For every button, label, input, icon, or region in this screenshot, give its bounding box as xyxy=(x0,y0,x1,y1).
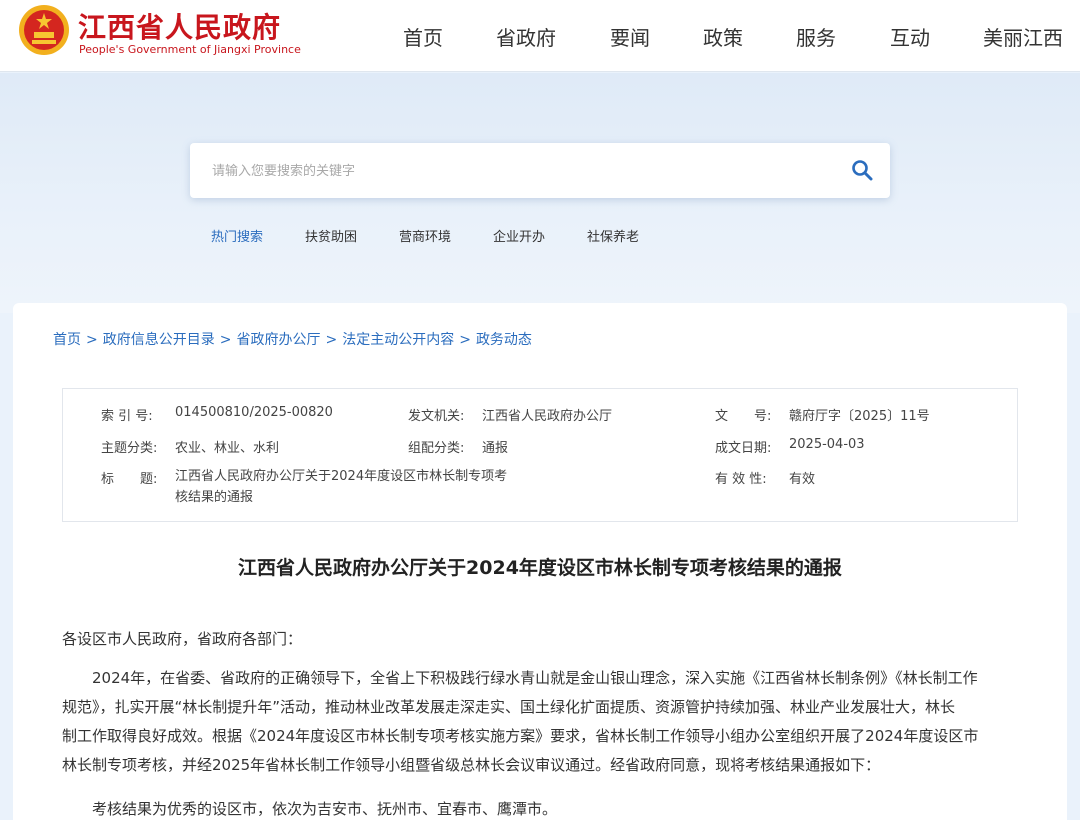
paragraph-line: 2024年，在省委、省政府的正确领导下，全省上下积极践行绿水青山就是金山银山理念… xyxy=(92,669,978,687)
nav-home[interactable]: 首页 xyxy=(403,22,443,51)
meta-index-value: 014500810/2025-00820 xyxy=(175,405,333,420)
document-salutation: 各设区市人民政府，省政府各部门： xyxy=(62,630,303,648)
paragraph-line: 制工作取得良好成效。根据《2024年度设区市林长制专项考核实施方案》要求，省林长… xyxy=(62,727,979,745)
meta-title-label: 标 题: xyxy=(101,472,158,487)
meta-title-line1: 江西省人民政府办公厅关于2024年度设区市林长制专项考 xyxy=(175,469,508,484)
meta-genre-value: 通报 xyxy=(482,441,509,456)
meta-genre-label: 组配分类: xyxy=(408,441,465,456)
breadcrumb-general-office[interactable]: 省政府办公厅 xyxy=(236,332,320,348)
breadcrumb-home[interactable]: 首页 xyxy=(53,332,81,348)
breadcrumb: 首页 > 政府信息公开目录 > 省政府办公厅 > 法定主动公开内容 > 政务动态 xyxy=(53,332,532,348)
nav-interaction[interactable]: 互动 xyxy=(890,22,930,51)
hot-term-poverty[interactable]: 扶贫助困 xyxy=(305,226,357,245)
meta-docno-label: 文 号: xyxy=(715,409,772,424)
meta-topic-label: 主题分类: xyxy=(101,441,158,456)
nav-beautiful-jiangxi[interactable]: 美丽江西 xyxy=(983,22,1063,51)
breadcrumb-current[interactable]: 政务动态 xyxy=(476,332,532,348)
meta-docno-value: 赣府厅字〔2025〕11号 xyxy=(789,409,930,424)
main-nav: 首页 省政府 要闻 政策 服务 互动 美丽江西 xyxy=(0,22,1080,52)
hot-term-company-setup[interactable]: 企业开办 xyxy=(493,226,545,245)
nav-province-gov[interactable]: 省政府 xyxy=(496,22,556,51)
document-paragraph-2: 考核结果为优秀的设区市，依次为吉安市、抚州市、宜春市、鹰潭市。 xyxy=(92,800,558,818)
document-paragraph-1: 2024年，在省委、省政府的正确领导下，全省上下积极践行绿水青山就是金山银山理念… xyxy=(62,664,1022,780)
document-title: 江西省人民政府办公厅关于2024年度设区市林长制专项考核结果的通报 xyxy=(238,557,842,579)
meta-validity-value: 有效 xyxy=(789,472,816,487)
hot-term-business-env[interactable]: 营商环境 xyxy=(399,226,451,245)
breadcrumb-info-catalog[interactable]: 政府信息公开目录 xyxy=(103,332,215,348)
meta-title-value: 江西省人民政府办公厅关于2024年度设区市林长制专项考 核结果的通报 xyxy=(175,466,555,508)
search-box xyxy=(190,143,890,198)
search-input[interactable] xyxy=(212,160,812,182)
nav-news[interactable]: 要闻 xyxy=(610,22,650,51)
meta-title-line2: 核结果的通报 xyxy=(175,490,254,505)
site-header: 江西省人民政府 People's Government of Jiangxi P… xyxy=(0,0,1080,72)
meta-index-label: 索 引 号: xyxy=(101,409,153,424)
hot-term-social-security[interactable]: 社保养老 xyxy=(587,226,639,245)
paragraph-line: 林长制专项考核，并经2025年省林长制工作领导小组暨省级总林长会议审议通过。经省… xyxy=(62,756,881,774)
breadcrumb-public-content[interactable]: 法定主动公开内容 xyxy=(342,332,454,348)
hot-search-label: 热门搜索 xyxy=(211,230,264,245)
paragraph-line: 规范》，扎实开展“林长制提升年”活动，推动林业改革发展走深走实、国土绿化扩面提质… xyxy=(62,698,956,716)
meta-issuer-label: 发文机关: xyxy=(408,409,465,424)
search-icon[interactable] xyxy=(851,159,873,181)
meta-validity-label: 有 效 性: xyxy=(715,472,767,487)
meta-date-label: 成文日期: xyxy=(715,441,772,456)
meta-date-value: 2025-04-03 xyxy=(789,437,865,452)
nav-service[interactable]: 服务 xyxy=(796,22,836,51)
nav-policy[interactable]: 政策 xyxy=(703,22,743,51)
meta-issuer-value: 江西省人民政府办公厅 xyxy=(482,409,613,424)
meta-topic-value: 农业、林业、水利 xyxy=(175,441,280,456)
